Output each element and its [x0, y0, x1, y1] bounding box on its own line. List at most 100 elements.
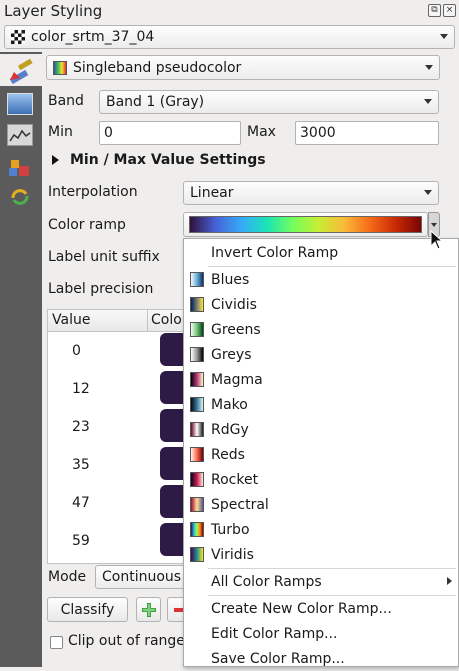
ramp-swatch-icon [190, 497, 204, 512]
menu-item-ramp[interactable]: RdGy [184, 417, 458, 442]
menu-item-label: Magma [211, 371, 263, 388]
pseudocolor-icon [53, 60, 67, 75]
ramp-swatch-icon [190, 347, 204, 362]
menu-item-ramp[interactable]: Turbo [184, 517, 458, 542]
mode-combo[interactable]: Continuous [95, 565, 195, 589]
chevron-right-icon [447, 577, 452, 585]
menu-item-label: Cividis [211, 296, 257, 313]
chevron-down-icon [424, 190, 432, 195]
min-input[interactable]: 0 [99, 121, 241, 145]
col-color-header[interactable]: Color [151, 312, 186, 328]
table-row-value[interactable]: 23 [72, 419, 90, 435]
band-label: Band [48, 93, 84, 109]
ramp-swatch-icon [190, 422, 204, 437]
interpolation-value: Linear [190, 185, 234, 201]
table-row-value[interactable]: 47 [72, 495, 90, 511]
interpolation-combo[interactable]: Linear [183, 181, 439, 205]
table-body: 0 12 23 35 47 59 [48, 333, 186, 563]
table-row-value[interactable]: 12 [72, 381, 90, 397]
band-combo[interactable]: Band 1 (Gray) [99, 90, 439, 114]
menu-item-ramp[interactable]: Spectral [184, 492, 458, 517]
menu-item-label: Reds [211, 446, 245, 463]
interpolation-label: Interpolation [48, 184, 138, 200]
menu-item-label: Greys [211, 346, 252, 363]
ramp-swatch-icon [190, 522, 204, 537]
ramp-swatch-icon [190, 297, 204, 312]
menu-item-label: Create New Color Ramp... [211, 600, 392, 617]
ramp-swatch-icon [190, 447, 204, 462]
menu-item-save-ramp[interactable]: Save Color Ramp... [184, 646, 458, 671]
menu-item-label: Rocket [211, 471, 259, 488]
menu-item-ramp[interactable]: Cividis [184, 292, 458, 317]
sidebar-tab-symbology[interactable] [0, 54, 42, 86]
layer-name: color_srtm_37_04 [31, 29, 155, 45]
menu-item-label: Spectral [211, 496, 269, 513]
menu-item-ramp[interactable]: Viridis [184, 542, 458, 567]
renderer-type: Singleband pseudocolor [73, 59, 242, 76]
menu-item-ramp[interactable]: Reds [184, 442, 458, 467]
menu-item-label: RdGy [211, 421, 249, 438]
classify-button[interactable]: Classify [47, 597, 128, 622]
class-table[interactable]: Value Color 0 12 23 35 47 59 [47, 309, 187, 564]
renderer-combo[interactable]: Singleband pseudocolor [46, 55, 440, 80]
add-class-button[interactable] [136, 597, 161, 622]
menu-item-label: Blues [211, 271, 250, 288]
mode-value: Continuous [102, 569, 182, 585]
raster-layer-icon [11, 30, 25, 44]
ramp-swatch-icon [190, 397, 204, 412]
menu-item-ramp[interactable]: Greys [184, 342, 458, 367]
menu-item-invert[interactable]: Invert Color Ramp [184, 240, 458, 265]
menu-item-label: Viridis [211, 546, 254, 563]
min-label: Min [48, 124, 73, 140]
label-precision: Label precision [48, 281, 154, 297]
ramp-swatch-icon [190, 322, 204, 337]
panel-title: Layer Styling [4, 2, 103, 20]
panel-titlebar: Layer Styling ⧉ × [0, 0, 459, 24]
max-label: Max [247, 124, 276, 140]
table-row-value[interactable]: 0 [72, 343, 81, 359]
menu-item-label: Mako [211, 396, 248, 413]
ramp-swatch-icon [190, 272, 204, 287]
layer-combo[interactable]: color_srtm_37_04 [4, 25, 455, 49]
chevron-down-icon [440, 34, 448, 39]
chevron-down-icon [424, 99, 432, 104]
expand-arrow-icon[interactable] [52, 155, 59, 165]
menu-item-edit-ramp[interactable]: Edit Color Ramp... [184, 621, 458, 646]
plus-icon [141, 602, 156, 617]
minmax-settings-header[interactable]: Min / Max Value Settings [70, 152, 266, 168]
menu-item-label: Invert Color Ramp [211, 244, 339, 261]
paintbrush-icon [9, 58, 33, 85]
menu-item-ramp[interactable]: Mako [184, 392, 458, 417]
menu-item-ramp[interactable]: Rocket [184, 467, 458, 492]
menu-item-label: Greens [211, 321, 261, 338]
max-input[interactable]: 3000 [295, 121, 439, 145]
menu-item-label: Turbo [211, 521, 250, 538]
chevron-down-icon [425, 64, 433, 70]
menu-item-create-ramp[interactable]: Create New Color Ramp... [184, 596, 458, 621]
col-value-header[interactable]: Value [52, 312, 90, 328]
color-ramp-label: Color ramp [48, 217, 126, 233]
table-row-value[interactable]: 59 [72, 533, 90, 549]
menu-item-label: Save Color Ramp... [211, 650, 345, 667]
ramp-swatch-icon [190, 547, 204, 562]
sidebar-tab-histogram-icon[interactable] [7, 124, 33, 146]
menu-item-ramp[interactable]: Greens [184, 317, 458, 342]
clip-checkbox[interactable] [50, 636, 63, 649]
menu-item-ramp[interactable]: Magma [184, 367, 458, 392]
sidebar-tab-rendering-icon[interactable] [7, 156, 33, 178]
ramp-swatch-icon [190, 472, 204, 487]
menu-item-label: All Color Ramps [211, 573, 322, 590]
sidebar-tab-transparency-icon[interactable] [7, 93, 33, 115]
menu-item-all-ramps[interactable]: All Color Ramps [184, 569, 458, 594]
menu-item-ramp[interactable]: Blues [184, 267, 458, 292]
close-icon[interactable]: × [443, 4, 456, 17]
color-ramp-menu: Invert Color Ramp Blues Cividis Greens G… [183, 238, 459, 667]
mouse-cursor-icon [430, 230, 444, 250]
table-row-value[interactable]: 35 [72, 457, 90, 473]
color-ramp-preview [189, 216, 422, 233]
table-header: Value Color [48, 310, 186, 332]
clip-label: Clip out of range [68, 633, 185, 649]
float-icon[interactable]: ⧉ [428, 4, 441, 17]
ramp-swatch-icon [190, 372, 204, 387]
sidebar-tab-history-icon[interactable] [7, 186, 33, 208]
